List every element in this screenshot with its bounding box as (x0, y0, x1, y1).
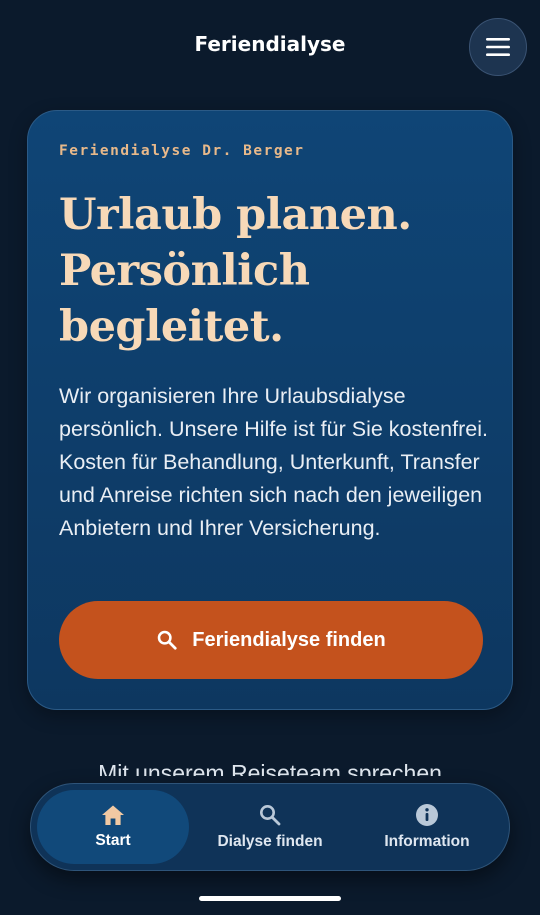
hamburger-menu-icon (486, 38, 510, 56)
hero-description: Wir organisieren Ihre Urlaubsdialyse per… (59, 384, 488, 540)
headline-line: begleitet. (59, 302, 284, 352)
nav-item-dialyse-finden[interactable]: Dialyse finden (193, 790, 347, 864)
menu-button[interactable] (469, 18, 527, 76)
app-header: Feriendialyse (0, 0, 540, 92)
headline-line: Persönlich (59, 246, 310, 296)
home-indicator[interactable] (199, 896, 341, 901)
nav-item-start[interactable]: Start (37, 790, 189, 864)
home-icon (102, 805, 124, 825)
nav-label: Information (384, 833, 470, 850)
app-title: Feriendialyse (194, 32, 346, 56)
hero-eyebrow: Feriendialyse Dr. Berger (59, 143, 305, 159)
search-icon (260, 805, 281, 826)
nav-item-information[interactable]: Information (349, 790, 505, 864)
info-icon (416, 804, 438, 826)
section-heading-partial: Mit unserem Reiseteam sprechen (98, 760, 442, 776)
hero-card: Feriendialyse Dr. Berger Urlaub planen. … (27, 110, 513, 710)
find-dialysis-button[interactable]: Feriendialyse finden (59, 601, 483, 679)
nav-label: Start (95, 832, 131, 849)
find-dialysis-button-label: Feriendialyse finden (192, 628, 386, 651)
nav-label: Dialyse finden (217, 833, 323, 850)
headline-line: Urlaub planen. (59, 190, 412, 240)
hero-headline: Urlaub planen. Persönlich begleitet. (59, 187, 499, 355)
bottom-navigation: Start Dialyse finden Information (30, 783, 510, 871)
search-icon (158, 630, 177, 650)
